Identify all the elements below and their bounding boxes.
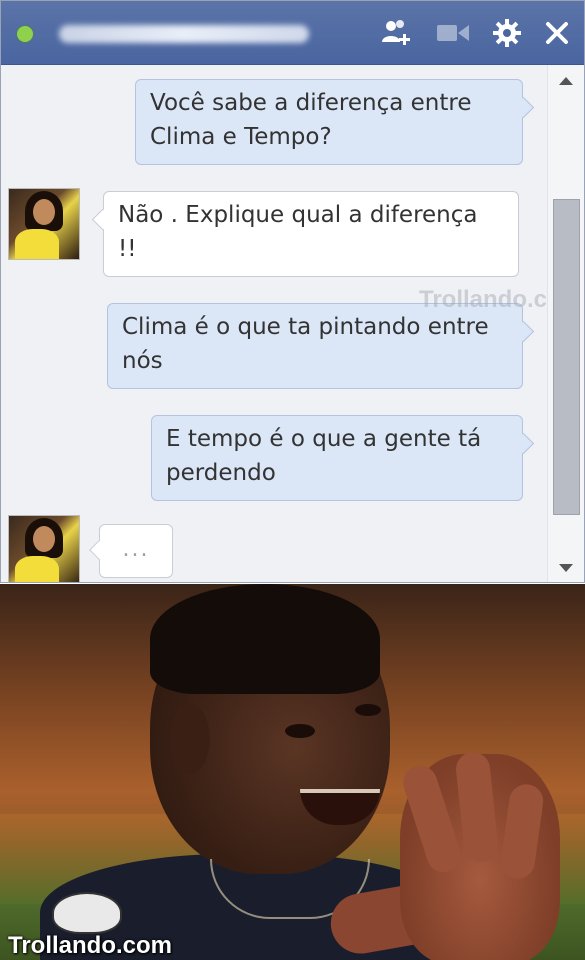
chat-titlebar: [1, 1, 584, 65]
message-list: Você sabe a diferença entre Clima e Temp…: [1, 65, 549, 582]
message-text-line: Clima e Tempo?: [150, 124, 332, 150]
online-status-icon: [17, 26, 33, 42]
message-text-line: Clima é o que ta pintando entre: [122, 314, 489, 340]
chat-window: Você sabe a diferença entre Clima e Temp…: [0, 0, 585, 583]
message-sent: Você sabe a diferença entre Clima e Temp…: [135, 79, 523, 165]
add-friend-icon[interactable]: [379, 15, 415, 51]
video-call-icon[interactable]: [435, 15, 471, 51]
typing-indicator: ...: [99, 524, 173, 578]
contact-name-blurred[interactable]: [59, 25, 309, 43]
message-text-line: !!: [118, 236, 137, 262]
scrollbar-thumb[interactable]: [553, 199, 580, 515]
watermark-troll-face-icon: [52, 892, 122, 934]
message-text-line: Você sabe a diferença entre: [150, 90, 472, 116]
gear-icon[interactable]: [489, 15, 525, 51]
message-received: Não . Explique qual a diferença !!: [103, 191, 519, 277]
message-text-line: E tempo é o que a gente tá: [166, 426, 482, 452]
message-text-line: Não . Explique qual a diferença: [118, 202, 478, 228]
scroll-up-arrow-icon[interactable]: [559, 77, 573, 85]
scroll-down-arrow-icon[interactable]: [559, 564, 573, 572]
contact-avatar[interactable]: [8, 515, 80, 582]
watermark: Trollando.com: [8, 932, 173, 959]
message-text-line: nós: [122, 348, 163, 374]
close-icon[interactable]: [539, 15, 575, 51]
contact-avatar[interactable]: [8, 188, 80, 260]
message-text-line: perdendo: [166, 460, 276, 486]
message-sent: E tempo é o que a gente tá perdendo: [151, 415, 523, 501]
message-sent: Clima é o que ta pintando entre nós: [107, 303, 523, 389]
scrollbar[interactable]: [547, 65, 584, 582]
